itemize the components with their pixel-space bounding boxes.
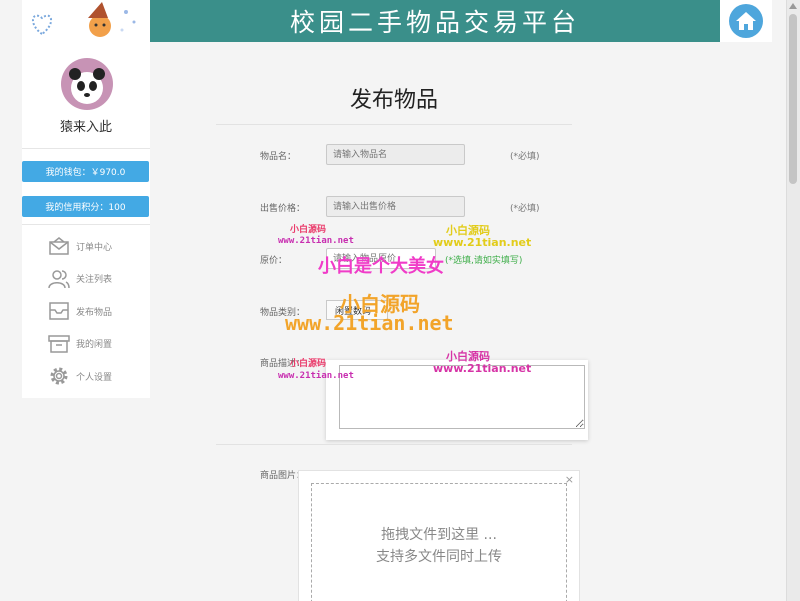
credit-button[interactable]: 我的信用积分：100 (22, 196, 149, 217)
watermark-text: 小白源码 (290, 359, 327, 369)
orig-price-label: 原价： (260, 256, 288, 266)
gear-icon (48, 365, 70, 387)
home-button[interactable] (729, 4, 763, 38)
site-banner: 校园二手物品交易平台 (150, 0, 720, 42)
sidebar-item-label: 我的闲置 (76, 340, 113, 351)
scrollbar[interactable] (786, 0, 800, 601)
wallet-button[interactable]: 我的钱包：￥970.0 (22, 161, 149, 182)
divider (216, 444, 572, 445)
scrollbar-thumb[interactable] (789, 14, 797, 184)
watermark-url: www.21tian.net (278, 236, 354, 246)
name-label: 物品名： (260, 152, 297, 162)
watermark-url: www.21tian.net (433, 362, 532, 375)
required-hint: (*必填) (510, 204, 540, 214)
divider (22, 148, 150, 149)
watermark-text: 小白是个大美女 (318, 256, 444, 277)
publish-form: 发布物品 物品名： (*必填) 出售价格： (*必填) 原价： (*选填,请如实… (150, 42, 786, 601)
avatar[interactable] (61, 58, 113, 110)
item-name-input[interactable] (326, 144, 465, 165)
watermark-text: 小白源码 (290, 225, 327, 235)
divider (216, 124, 572, 125)
sidebar-item-label: 个人设置 (76, 372, 113, 383)
archive-icon (48, 333, 70, 355)
site-logo (22, 0, 150, 42)
scroll-up-arrow[interactable] (789, 3, 797, 9)
price-input[interactable] (326, 196, 465, 217)
username: 猿来入此 (59, 120, 112, 135)
inbox-icon (48, 300, 70, 322)
envelope-icon (48, 235, 70, 257)
users-icon (48, 268, 70, 290)
sidebar-item-label: 关注列表 (76, 275, 113, 286)
sidebar-nav: 订单中心 关注列表 发布物品 我的闲置 个人设置 (22, 230, 150, 393)
price-label: 出售价格： (260, 204, 306, 214)
page-title: 发布物品 (350, 88, 439, 113)
sidebar-item-publish[interactable]: 发布物品 (22, 295, 150, 328)
required-hint: (*必填) (510, 152, 540, 162)
home-area (720, 0, 772, 42)
divider (22, 224, 150, 225)
sidebar-item-idle[interactable]: 我的闲置 (22, 328, 150, 361)
sidebar: 猿来入此 我的钱包：￥970.0 我的信用积分：100 订单中心 关注列表 发布… (22, 42, 150, 398)
dropzone-subtext: 支持多文件同时上传 (376, 548, 502, 565)
sidebar-item-follows[interactable]: 关注列表 (22, 263, 150, 296)
watermark-url: www.21tian.net (433, 236, 532, 249)
sidebar-item-settings[interactable]: 个人设置 (22, 360, 150, 393)
sidebar-item-label: 订单中心 (76, 242, 113, 253)
dropzone-text: 拖拽文件到这里 ... (381, 526, 497, 543)
home-icon (736, 12, 756, 30)
optional-hint: (*选填,请如实填写) (445, 256, 523, 266)
sidebar-item-orders[interactable]: 订单中心 (22, 230, 150, 263)
site-title: 校园二手物品交易平台 (289, 8, 580, 37)
image-upload: × 拖拽文件到这里 ... 支持多文件同时上传 (298, 470, 580, 601)
dropzone[interactable]: 拖拽文件到这里 ... 支持多文件同时上传 (311, 483, 567, 601)
sidebar-item-label: 发布物品 (76, 307, 113, 318)
watermark-url: www.21tian.net (278, 371, 354, 381)
watermark-url: www.21tian.net (285, 311, 454, 335)
